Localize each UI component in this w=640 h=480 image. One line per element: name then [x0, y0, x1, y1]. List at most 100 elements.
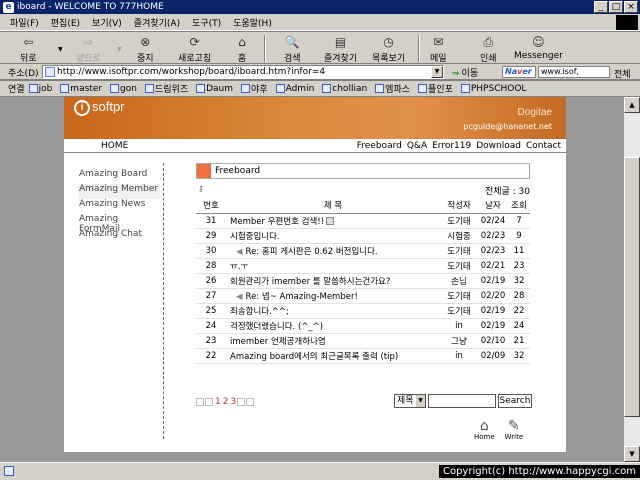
- site-logo[interactable]: i softpr: [74, 99, 125, 116]
- link-job[interactable]: job: [28, 84, 52, 94]
- mail-button[interactable]: ✉ 메일: [430, 35, 447, 64]
- next-block-icon[interactable]: [246, 398, 255, 406]
- total-count: 전체글 : 30: [484, 187, 530, 197]
- post-title[interactable]: 죄송합니다.^^;: [226, 303, 440, 319]
- sidebar-item-amazing-chat[interactable]: Amazing Chat: [78, 229, 160, 244]
- site-brand: Dogitae: [517, 107, 552, 118]
- table-row[interactable]: 27 ◀ Re: 넵~ Amazing-Member! 도기태 02/20 28: [196, 288, 530, 304]
- history-button[interactable]: ◷ 목록보기: [372, 35, 405, 64]
- nav-home[interactable]: HOME: [101, 141, 128, 151]
- sidebar-item-amazing-news[interactable]: Amazing News: [78, 199, 160, 214]
- board-write-button[interactable]: ✎ Write: [505, 419, 523, 441]
- table-row[interactable]: 22 Amazing board에서의 최근글목록 출력 (tip) in 02/09…: [196, 348, 530, 364]
- site-email[interactable]: pcguide@hananet.net: [463, 122, 552, 131]
- home-icon: ⌂: [479, 418, 489, 434]
- link-daum[interactable]: Daum: [196, 84, 233, 94]
- stop-button[interactable]: ⊗ 중지: [137, 35, 154, 64]
- key-icon[interactable]: ⚷: [198, 184, 204, 193]
- forward-dropdown-icon[interactable]: ▼: [117, 46, 122, 53]
- board-search-button[interactable]: Search: [498, 394, 532, 408]
- menu-help[interactable]: 도움말(H): [233, 16, 272, 29]
- table-row[interactable]: 28 ㅠ.ㅜ 도기태 02/21 23: [196, 258, 530, 274]
- close-button[interactable]: ×: [624, 1, 638, 13]
- page-1[interactable]: 1: [215, 397, 221, 407]
- post-author: in: [440, 348, 478, 364]
- nav-error119[interactable]: Error119: [432, 141, 471, 151]
- minimize-button[interactable]: _: [594, 1, 608, 13]
- link-admin[interactable]: Admin: [275, 84, 314, 94]
- board-search-input[interactable]: [428, 394, 496, 408]
- post-title[interactable]: ㅠ.ㅜ: [226, 258, 440, 274]
- post-title[interactable]: 걱정했더랬습니다. (^_^): [226, 318, 440, 334]
- scroll-thumb[interactable]: [624, 157, 640, 417]
- scroll-up-icon[interactable]: ▲: [624, 97, 640, 113]
- messenger-button[interactable]: ☺ Messenger: [514, 35, 563, 61]
- back-button[interactable]: ⇦ 뒤로: [20, 35, 37, 64]
- page-2[interactable]: 2: [223, 397, 229, 407]
- refresh-button[interactable]: ⟳ 새로고침: [178, 35, 211, 64]
- link-master[interactable]: master: [60, 84, 102, 94]
- maximize-button[interactable]: □: [609, 1, 623, 13]
- menu-file[interactable]: 파일(F): [10, 16, 39, 29]
- nav-download[interactable]: Download: [476, 141, 521, 151]
- sidebar-item-amazing-formmail[interactable]: Amazing FormMail: [78, 214, 160, 234]
- print-button[interactable]: ⎙ 인쇄: [480, 35, 497, 64]
- page-3[interactable]: 3: [230, 397, 236, 407]
- menu-edit[interactable]: 편집(E): [51, 16, 80, 29]
- favorites-button[interactable]: ▤ 즐겨찾기: [324, 35, 357, 64]
- link-pullinfo[interactable]: 플인포: [418, 82, 453, 95]
- vertical-scrollbar[interactable]: ▲ ▼: [624, 97, 640, 462]
- table-row[interactable]: 24 걱정했더랬습니다. (^_^) in 02/19 24: [196, 318, 530, 334]
- table-row[interactable]: 30 ◀ Re: 홈피 게시판은 0.62 버전입니다. 도기태 02/23 11: [196, 243, 530, 259]
- nav-contact[interactable]: Contact: [526, 141, 561, 151]
- link-phpschool[interactable]: PHPSCHOOL: [460, 84, 526, 94]
- post-title[interactable]: Amazing board에서의 최근글목록 출력 (tip): [226, 348, 440, 364]
- home-button[interactable]: ⌂ 홈: [234, 35, 250, 64]
- board-total-row: ⚷ 전체글 : 30: [196, 183, 530, 197]
- board-title: Freeboard: [215, 166, 261, 176]
- naver-search-input[interactable]: www.isof,: [538, 66, 610, 78]
- link-empas[interactable]: 엠파스: [375, 82, 410, 95]
- sidebar-item-amazing-board[interactable]: Amazing Board: [78, 169, 160, 184]
- menu-tools[interactable]: 도구(T): [192, 16, 221, 29]
- board-home-button[interactable]: ⌂ Home: [474, 419, 495, 441]
- link-chollian[interactable]: chollian: [322, 84, 367, 94]
- toolbar-separator: [418, 35, 420, 62]
- search-field-select[interactable]: 제목 ▼: [394, 394, 426, 408]
- table-row[interactable]: 25 죄송합니다.^^; 도기태 02/19 22: [196, 303, 530, 319]
- post-title[interactable]: Member 우편번호 검색!!: [226, 213, 440, 229]
- table-row[interactable]: 29 시험중입니다. 시험중 02/23 9: [196, 228, 530, 244]
- back-dropdown-icon[interactable]: ▼: [58, 46, 63, 53]
- post-title[interactable]: ◀ Re: 홈피 게시판은 0.62 버전입니다.: [226, 243, 440, 259]
- post-number: 25: [196, 303, 226, 319]
- link-yahoo[interactable]: 야후: [241, 82, 268, 95]
- table-row[interactable]: 23 imember 언제공개하나염 그냥 02/10 21: [196, 333, 530, 349]
- table-row[interactable]: 26 회원관리가 imember 를 말씀하시는건가요? 손님 02/19 32: [196, 273, 530, 289]
- address-input[interactable]: http://www.isoftpr.com/workshop/board/ib…: [42, 65, 444, 79]
- nav-qna[interactable]: Q&A: [407, 141, 427, 151]
- menu-view[interactable]: 보기(V): [92, 16, 122, 29]
- naver-all-button[interactable]: 전체: [614, 67, 631, 80]
- post-title[interactable]: ◀ Re: 넵~ Amazing-Member!: [226, 288, 440, 304]
- naver-toolbar-logo[interactable]: Naver: [502, 66, 536, 78]
- post-title[interactable]: imember 언제공개하나염: [226, 333, 440, 349]
- post-date: 02/19: [478, 273, 508, 289]
- post-author: 손님: [440, 273, 478, 289]
- sidebar-item-amazing-member[interactable]: Amazing Member: [78, 184, 160, 199]
- table-row[interactable]: 31 Member 우편번호 검색!! 도기태 02/24 7: [196, 213, 530, 229]
- menu-favorites[interactable]: 즐겨찾기(A): [134, 16, 180, 29]
- post-title[interactable]: 회원관리가 imember 를 말씀하시는건가요?: [226, 273, 440, 289]
- go-button[interactable]: ⇒ 이동: [452, 66, 478, 79]
- scroll-down-icon[interactable]: ▼: [624, 446, 640, 462]
- nav-freeboard[interactable]: Freeboard: [357, 141, 402, 151]
- forward-button[interactable]: ⇨ 앞으로: [76, 35, 101, 64]
- prev-page-icon[interactable]: [196, 398, 204, 406]
- pagination: 1 2 3: [196, 397, 255, 407]
- next-page-icon[interactable]: [237, 398, 246, 406]
- link-gon[interactable]: gon: [110, 84, 137, 94]
- prev-block-icon[interactable]: [205, 398, 213, 406]
- link-dreamwiz[interactable]: 드림위즈: [144, 82, 188, 95]
- post-title[interactable]: 시험중입니다.: [226, 228, 440, 244]
- search-button[interactable]: 🔍 검색: [284, 35, 301, 64]
- address-dropdown-icon[interactable]: ▼: [431, 66, 443, 78]
